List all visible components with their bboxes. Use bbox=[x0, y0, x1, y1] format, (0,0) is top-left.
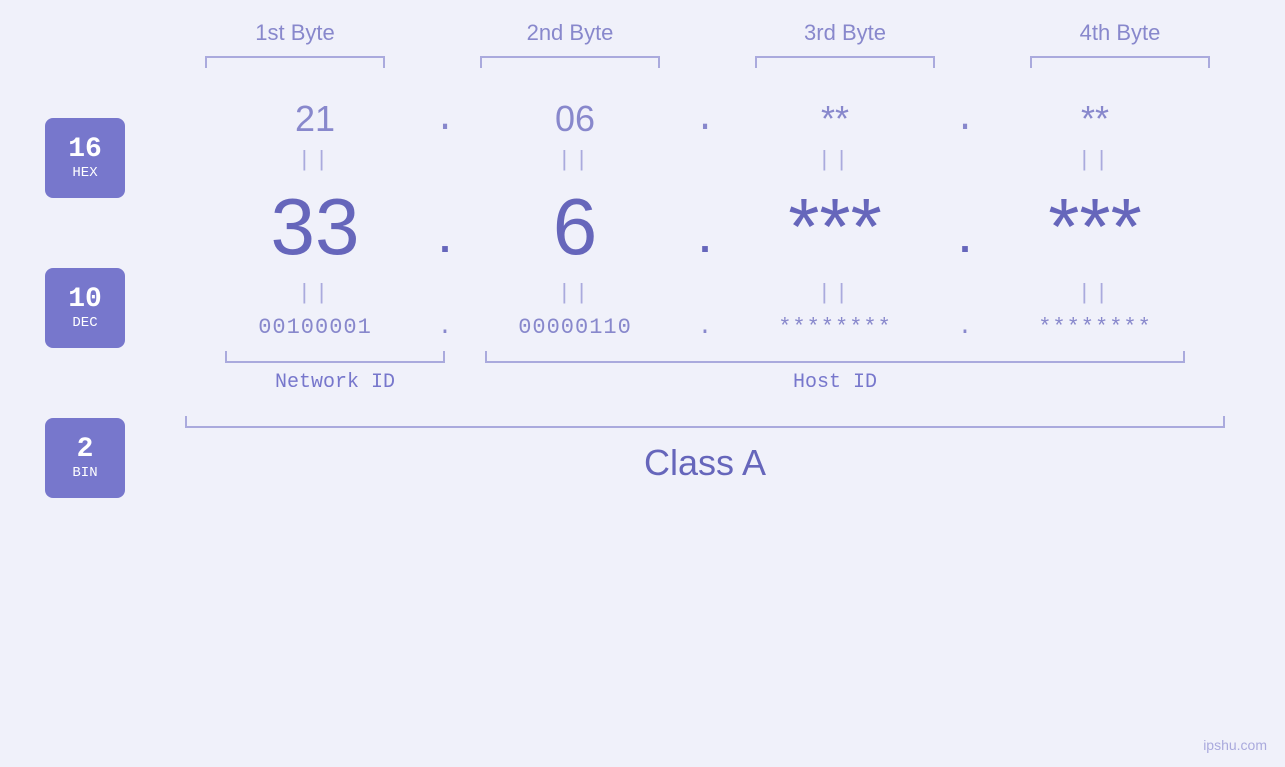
bin-cell-4: ******** bbox=[985, 315, 1205, 340]
hex-value-2: 06 bbox=[555, 98, 595, 139]
hex-badge-number: 16 bbox=[68, 135, 102, 166]
bracket-top-4 bbox=[1030, 56, 1210, 68]
dec-value-3: *** bbox=[788, 182, 881, 271]
network-id-label: Network ID bbox=[275, 371, 395, 394]
dec-cell-3: *** bbox=[725, 181, 945, 273]
equals-1: || bbox=[205, 148, 425, 173]
equals-row-1: || || || || bbox=[145, 148, 1265, 173]
dec-dot-2: . bbox=[685, 190, 725, 265]
hex-badge-label: HEX bbox=[72, 165, 97, 181]
dec-value-4: *** bbox=[1048, 182, 1141, 271]
full-bottom-bracket bbox=[185, 416, 1225, 428]
equals-3: || bbox=[725, 148, 945, 173]
dec-row: 33 . 6 . *** . *** bbox=[145, 181, 1265, 273]
top-brackets-row bbox=[158, 56, 1258, 68]
hex-cell-4: ** bbox=[985, 98, 1205, 140]
badges-column: 16 HEX 10 DEC 2 BIN bbox=[45, 118, 125, 498]
class-a-label: Class A bbox=[145, 442, 1265, 484]
bin-badge-label: BIN bbox=[72, 465, 97, 481]
equals-4: || bbox=[985, 148, 1205, 173]
hex-cell-2: 06 bbox=[465, 98, 685, 140]
bottom-brackets-area: Network ID Host ID bbox=[145, 351, 1265, 394]
host-bracket bbox=[485, 351, 1185, 363]
bin-value-1: 00100001 bbox=[258, 315, 372, 340]
bin-value-3: ******** bbox=[778, 315, 892, 340]
equals-row-2: || || || || bbox=[145, 281, 1265, 306]
hex-value-3: ** bbox=[821, 98, 849, 139]
network-bracket-group: Network ID bbox=[225, 351, 445, 394]
network-bracket bbox=[225, 351, 445, 363]
grid-area: 21 . 06 . ** . ** bbox=[145, 88, 1265, 484]
dec-dot-3: . bbox=[945, 190, 985, 265]
dec-cell-2: 6 bbox=[465, 181, 685, 273]
bin-value-4: ******** bbox=[1038, 315, 1152, 340]
bin-badge: 2 BIN bbox=[45, 418, 125, 498]
equals-6: || bbox=[465, 281, 685, 306]
content-area: 16 HEX 10 DEC 2 BIN 21 . bbox=[0, 88, 1285, 498]
byte-label-2: 2nd Byte bbox=[460, 20, 680, 46]
dec-value-2: 6 bbox=[553, 182, 598, 271]
hex-dot-3: . bbox=[945, 99, 985, 140]
bin-cell-3: ******** bbox=[725, 315, 945, 340]
byte-label-4: 4th Byte bbox=[1010, 20, 1230, 46]
watermark: ipshu.com bbox=[1203, 737, 1267, 753]
dec-value-1: 33 bbox=[271, 182, 360, 271]
hex-cell-1: 21 bbox=[205, 98, 425, 140]
bin-dot-1: . bbox=[425, 314, 465, 341]
hex-cell-3: ** bbox=[725, 98, 945, 140]
byte-labels-row: 1st Byte 2nd Byte 3rd Byte 4th Byte bbox=[158, 20, 1258, 46]
bin-cell-2: 00000110 bbox=[465, 315, 685, 340]
full-bracket-area bbox=[145, 404, 1265, 428]
bracket-top-1 bbox=[205, 56, 385, 68]
bin-cell-1: 00100001 bbox=[205, 315, 425, 340]
byte-label-3: 3rd Byte bbox=[735, 20, 955, 46]
bin-row: 00100001 . 00000110 . ******** . bbox=[145, 314, 1265, 341]
hex-value-1: 21 bbox=[295, 98, 335, 139]
main-container: 1st Byte 2nd Byte 3rd Byte 4th Byte 16 H… bbox=[0, 0, 1285, 767]
equals-8: || bbox=[985, 281, 1205, 306]
equals-2: || bbox=[465, 148, 685, 173]
equals-7: || bbox=[725, 281, 945, 306]
bin-dot-3: . bbox=[945, 314, 985, 341]
byte-label-1: 1st Byte bbox=[185, 20, 405, 46]
host-bracket-group: Host ID bbox=[485, 351, 1185, 394]
dec-dot-1: . bbox=[425, 190, 465, 265]
dec-badge-number: 10 bbox=[68, 285, 102, 316]
hex-dot-1: . bbox=[425, 99, 465, 140]
hex-badge: 16 HEX bbox=[45, 118, 125, 198]
dec-badge: 10 DEC bbox=[45, 268, 125, 348]
dec-badge-label: DEC bbox=[72, 315, 97, 331]
host-id-label: Host ID bbox=[793, 371, 877, 394]
equals-5: || bbox=[205, 281, 425, 306]
bin-value-2: 00000110 bbox=[518, 315, 632, 340]
hex-value-4: ** bbox=[1081, 98, 1109, 139]
bin-badge-number: 2 bbox=[77, 435, 94, 466]
dec-cell-4: *** bbox=[985, 181, 1205, 273]
dec-cell-1: 33 bbox=[205, 181, 425, 273]
hex-dot-2: . bbox=[685, 99, 725, 140]
bracket-top-3 bbox=[755, 56, 935, 68]
hex-row: 21 . 06 . ** . ** bbox=[145, 98, 1265, 140]
bin-dot-2: . bbox=[685, 314, 725, 341]
bracket-top-2 bbox=[480, 56, 660, 68]
